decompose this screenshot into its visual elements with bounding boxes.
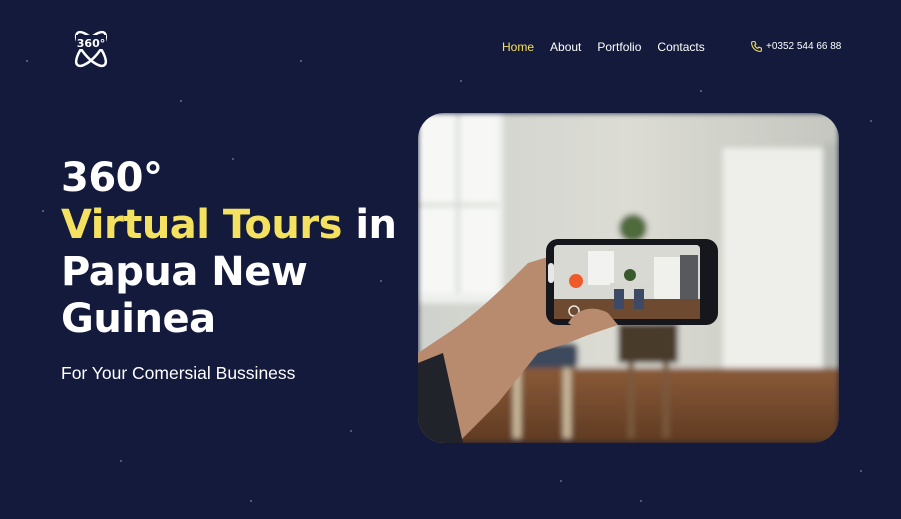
- hero-subtitle: For Your Comersial Bussiness: [61, 363, 296, 383]
- brand-logo[interactable]: 360°: [68, 26, 114, 72]
- phone-icon: [751, 41, 762, 52]
- phone-number: +0352 544 66 88: [766, 41, 842, 52]
- record-button-icon: [569, 274, 583, 288]
- hero-image: [418, 113, 839, 443]
- nav-portfolio[interactable]: Portfolio: [597, 40, 641, 54]
- hero-title-line1: 360°: [61, 155, 163, 201]
- main-nav: Home About Portfolio Contacts: [502, 40, 721, 54]
- 360-orbit-logo-icon: 360°: [74, 30, 108, 68]
- nav-contacts[interactable]: Contacts: [657, 40, 704, 54]
- hero-title-in: in: [341, 202, 397, 248]
- hero-title-line4: Guinea: [61, 296, 216, 342]
- hero-title: 360° Virtual Tours in Papua New Guinea: [61, 155, 401, 343]
- hero-title-line3: Papua New: [61, 249, 308, 295]
- hero-title-highlight: Virtual Tours: [61, 202, 342, 248]
- phone-contact[interactable]: +0352 544 66 88: [750, 40, 841, 53]
- nav-about[interactable]: About: [550, 40, 581, 54]
- logo-text: 360°: [77, 37, 105, 50]
- hero-heading: 360° Virtual Tours in Papua New Guinea: [61, 155, 401, 343]
- hand-holding-phone-photo: [418, 113, 839, 443]
- nav-home[interactable]: Home: [502, 40, 534, 54]
